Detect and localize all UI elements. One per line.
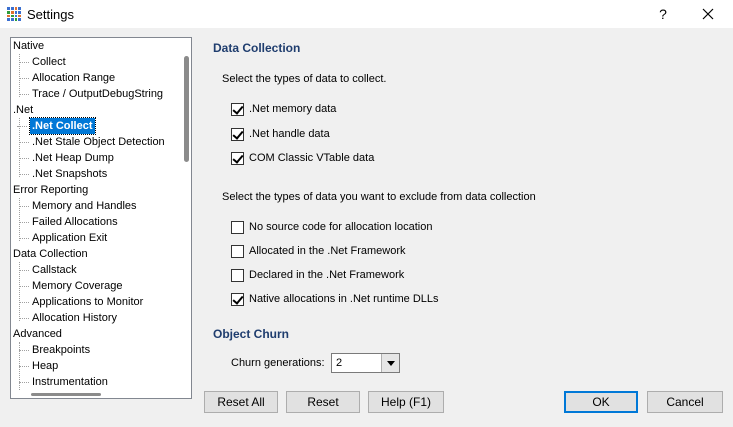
tree-item-memory-handles[interactable]: Memory and Handles	[19, 198, 137, 214]
tree-line	[19, 198, 20, 241]
checkbox-label: Declared in the .Net Framework	[249, 269, 405, 281]
tree-item-collect[interactable]: Collect	[19, 54, 66, 70]
checkbox-box[interactable]	[231, 127, 244, 141]
scrollbar-thumb[interactable]	[184, 56, 189, 162]
churn-generations-select[interactable]: 2	[331, 353, 400, 373]
tree-item-failed-allocations[interactable]: Failed Allocations	[19, 214, 118, 230]
checkbox-com-vtable-data[interactable]: COM Classic VTable data	[231, 150, 374, 166]
checkbox-label: Allocated in the .Net Framework	[249, 245, 406, 257]
tree-item-application-exit[interactable]: Application Exit	[18, 230, 107, 246]
tree-item-applications-to-monitor[interactable]: Applications to Monitor	[18, 294, 143, 310]
tree-item-memory-coverage[interactable]: Memory Coverage	[18, 278, 122, 294]
tree-vertical-scrollbar[interactable]	[183, 38, 191, 398]
close-button[interactable]	[696, 4, 720, 24]
checkbox-allocated-in-framework[interactable]: Allocated in the .Net Framework	[231, 243, 406, 259]
checkbox-net-memory-data[interactable]: .Net memory data	[231, 101, 336, 117]
checkbox-declared-in-framework[interactable]: Declared in the .Net Framework	[231, 267, 404, 283]
tree-item-advanced[interactable]: Advanced	[13, 326, 62, 342]
tree-item-snapshots[interactable]: .Net Snapshots	[18, 166, 107, 182]
tree-item-breakpoints[interactable]: Breakpoints	[18, 342, 90, 358]
title-bar: Settings ?	[0, 0, 733, 29]
scrollbar-thumb[interactable]	[31, 393, 101, 396]
object-churn-header: Object Churn	[213, 327, 290, 341]
settings-tree[interactable]: Native Collect Allocation Range Trace / …	[10, 37, 192, 399]
window-title: Settings	[27, 7, 74, 22]
app-grid-icon	[7, 7, 21, 21]
checkbox-label: COM Classic VTable data	[249, 152, 375, 164]
tree-item-stale-object-detection[interactable]: .Net Stale Object Detection	[19, 134, 165, 150]
checkbox-box[interactable]	[231, 292, 244, 306]
churn-generations-label: Churn generations:	[231, 357, 325, 369]
ok-button[interactable]: OK	[564, 391, 638, 413]
exclude-prompt: Select the types of data you want to exc…	[222, 191, 536, 203]
tree-item-dotnet[interactable]: .Net	[13, 102, 33, 118]
tree-item-data-collection[interactable]: Data Collection	[13, 246, 88, 262]
cancel-button[interactable]: Cancel	[647, 391, 723, 413]
dialog-client: Native Collect Allocation Range Trace / …	[0, 29, 733, 427]
tree-item-allocation-range[interactable]: Allocation Range	[18, 70, 115, 86]
tree-item-callstack[interactable]: Callstack	[19, 262, 77, 278]
tree-item-dotnet-collect[interactable]: .Net Collect	[17, 117, 96, 135]
checkbox-native-allocations-runtime[interactable]: Native allocations in .Net runtime DLLs	[231, 291, 439, 307]
select-value: 2	[336, 357, 343, 369]
help-question-icon[interactable]: ?	[651, 4, 675, 24]
tree-line	[19, 54, 20, 97]
tree-item-native[interactable]: Native	[13, 38, 44, 54]
tree-item-trace-output[interactable]: Trace / OutputDebugString	[18, 86, 163, 102]
data-collection-header: Data Collection	[213, 41, 301, 55]
checkbox-net-handle-data[interactable]: .Net handle data	[231, 126, 330, 142]
checkbox-box[interactable]	[231, 151, 244, 165]
chevron-down-icon[interactable]	[381, 354, 399, 372]
checkbox-label: Native allocations in .Net runtime DLLs	[249, 293, 439, 305]
checkbox-label: .Net memory data	[249, 103, 337, 115]
tree-item-instrumentation[interactable]: Instrumentation	[19, 374, 108, 390]
help-button[interactable]: Help (F1)	[368, 391, 444, 413]
reset-button[interactable]: Reset	[286, 391, 360, 413]
tree-item-error-reporting[interactable]: Error Reporting	[13, 182, 88, 198]
checkbox-box[interactable]	[231, 244, 244, 258]
tree-item-heap[interactable]: Heap	[18, 358, 58, 374]
collect-prompt: Select the types of data to collect.	[222, 73, 387, 85]
checkbox-box[interactable]	[231, 220, 244, 234]
close-icon	[702, 8, 714, 20]
tree-item-heap-dump[interactable]: .Net Heap Dump	[19, 150, 114, 166]
checkbox-no-source-code[interactable]: No source code for allocation location	[231, 219, 432, 235]
checkbox-label: .Net handle data	[249, 128, 330, 140]
checkbox-box[interactable]	[231, 102, 244, 116]
checkbox-box[interactable]	[231, 268, 244, 282]
tree-item-allocation-history[interactable]: Allocation History	[19, 310, 117, 326]
checkbox-label: No source code for allocation location	[249, 221, 433, 233]
reset-all-button[interactable]: Reset All	[204, 391, 278, 413]
tree-horizontal-scrollbar[interactable]	[11, 390, 183, 398]
